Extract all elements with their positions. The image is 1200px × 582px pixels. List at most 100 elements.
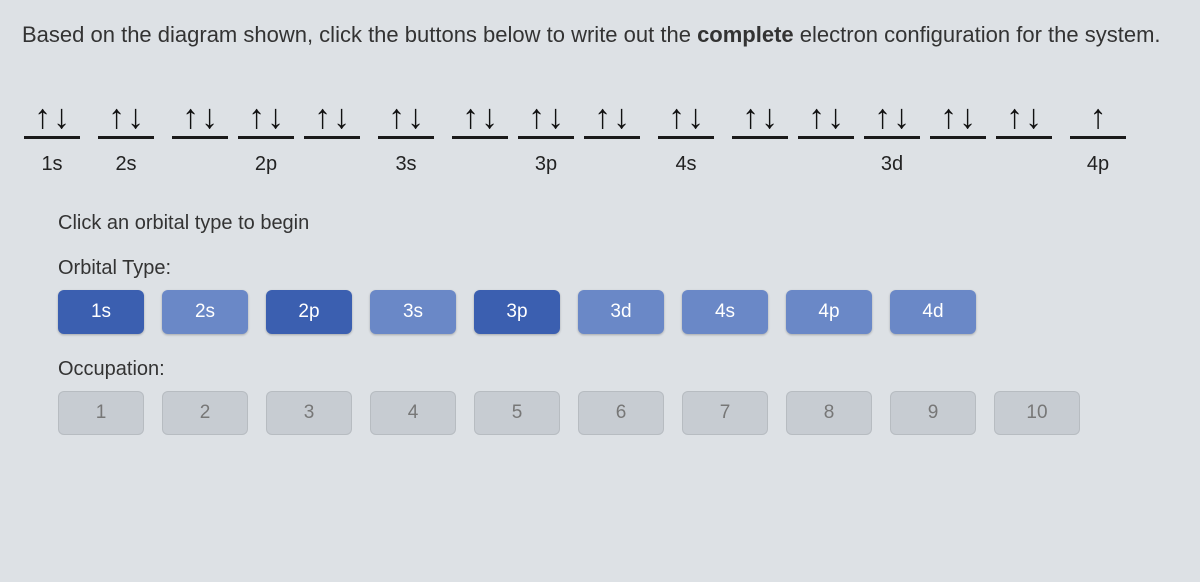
orbital-button-4p[interactable]: 4p xyxy=(786,290,872,334)
orbital-box: ↑↓ xyxy=(996,91,1052,139)
subshell-label: 3p xyxy=(535,153,557,176)
occupation-row: 123456789 10 xyxy=(58,391,1178,435)
subshell-label: 4s xyxy=(675,153,696,176)
subshell-4s: ↑↓ 4s xyxy=(658,91,714,176)
orbital-box: ↑↓ xyxy=(864,91,920,139)
orbital-button-1s[interactable]: 1s xyxy=(58,290,144,334)
spin-down-icon: ↓ xyxy=(333,100,350,134)
subshell-label: 3s xyxy=(395,153,416,176)
orbital-box: ↑↓ xyxy=(378,91,434,139)
subshell-3p: ↑↓↑↓↑↓3p xyxy=(452,91,640,176)
occupation-button-1: 1 xyxy=(58,391,144,435)
orbital-boxes: ↑↓ xyxy=(658,91,714,139)
subshell-label: 4p xyxy=(1087,153,1109,176)
subshell-label: 2s xyxy=(115,153,136,176)
spin-down-icon: ↓ xyxy=(481,100,498,134)
orbital-box: ↑↓ xyxy=(24,91,80,139)
orbital-box: ↑↓ xyxy=(584,91,640,139)
subshell-3d: ↑↓↑↓↑↓↑↓↑↓3d xyxy=(732,91,1052,176)
instruction-bold: complete xyxy=(697,22,794,47)
orbital-boxes: ↑↓ xyxy=(98,91,154,139)
occupation-button-9: 9 xyxy=(890,391,976,435)
orbital-box: ↑↓ xyxy=(732,91,788,139)
orbital-button-4s[interactable]: 4s xyxy=(682,290,768,334)
spin-down-icon: ↓ xyxy=(127,100,144,134)
orbital-type-label: Orbital Type: xyxy=(58,257,1178,280)
orbital-box: ↑↓ xyxy=(518,91,574,139)
spin-up-icon: ↑ xyxy=(314,100,331,134)
orbital-button-3d[interactable]: 3d xyxy=(578,290,664,334)
orbital-button-3s[interactable]: 3s xyxy=(370,290,456,334)
spin-down-icon: ↓ xyxy=(761,100,778,134)
subshell-label: 1s xyxy=(41,153,62,176)
orbital-box: ↑↓ xyxy=(658,91,714,139)
occupation-button-3: 3 xyxy=(266,391,352,435)
orbital-boxes: ↑↓↑↓↑↓ xyxy=(452,91,640,139)
orbital-box: ↑↓ xyxy=(304,91,360,139)
spin-up-icon: ↑ xyxy=(874,100,891,134)
spin-up-icon: ↑ xyxy=(940,100,957,134)
orbital-boxes: ↑↓ xyxy=(24,91,80,139)
spin-up-icon: ↑ xyxy=(808,100,825,134)
occupation-button-4: 4 xyxy=(370,391,456,435)
spin-down-icon: ↓ xyxy=(267,100,284,134)
spin-down-icon: ↓ xyxy=(53,100,70,134)
occupation-button-7: 7 xyxy=(682,391,768,435)
occupation-button-8: 8 xyxy=(786,391,872,435)
orbital-box: ↑↓ xyxy=(98,91,154,139)
spin-down-icon: ↓ xyxy=(407,100,424,134)
spin-down-icon: ↓ xyxy=(201,100,218,134)
orbital-box: ↑↓ xyxy=(452,91,508,139)
spin-up-icon: ↑ xyxy=(1090,100,1107,134)
configuration-builder: Click an orbital type to begin Orbital T… xyxy=(22,212,1178,435)
occupation-button-5: 5 xyxy=(474,391,560,435)
instruction-text: Based on the diagram shown, click the bu… xyxy=(22,18,1178,51)
subshell-2s: ↑↓ 2s xyxy=(98,91,154,176)
occupation-label: Occupation: xyxy=(58,358,1178,381)
spin-up-icon: ↑ xyxy=(1006,100,1023,134)
spin-down-icon: ↓ xyxy=(613,100,630,134)
spin-up-icon: ↑ xyxy=(34,100,51,134)
subshell-2p: ↑↓↑↓↑↓2p xyxy=(172,91,360,176)
subshell-4p: ↑ 4p xyxy=(1070,91,1126,176)
orbital-boxes: ↑↓ xyxy=(378,91,434,139)
orbital-button-3p[interactable]: 3p xyxy=(474,290,560,334)
spin-up-icon: ↑ xyxy=(462,100,479,134)
spin-up-icon: ↑ xyxy=(668,100,685,134)
orbital-button-4d[interactable]: 4d xyxy=(890,290,976,334)
spin-up-icon: ↑ xyxy=(108,100,125,134)
spin-down-icon: ↓ xyxy=(827,100,844,134)
orbital-diagram: ↑↓1s↑↓2s↑↓↑↓↑↓2p↑↓3s↑↓↑↓↑↓3p↑↓4s↑↓↑↓↑↓↑↓… xyxy=(22,91,1178,176)
instruction-post: electron configuration for the system. xyxy=(794,22,1161,47)
orbital-box: ↑↓ xyxy=(238,91,294,139)
builder-hint: Click an orbital type to begin xyxy=(58,212,1178,235)
orbital-boxes: ↑ xyxy=(1070,91,1126,139)
spin-up-icon: ↑ xyxy=(742,100,759,134)
orbital-button-2p[interactable]: 2p xyxy=(266,290,352,334)
orbital-box: ↑↓ xyxy=(930,91,986,139)
subshell-3s: ↑↓ 3s xyxy=(378,91,434,176)
spin-down-icon: ↓ xyxy=(893,100,910,134)
spin-up-icon: ↑ xyxy=(594,100,611,134)
subshell-1s: ↑↓ 1s xyxy=(24,91,80,176)
orbital-type-row: 1s 2s 2p 3s 3p 3d 4s 4p 4d xyxy=(58,290,1178,334)
spin-down-icon: ↓ xyxy=(547,100,564,134)
spin-up-icon: ↑ xyxy=(182,100,199,134)
spin-down-icon: ↓ xyxy=(959,100,976,134)
occupation-button-10: 10 xyxy=(994,391,1080,435)
spin-down-icon: ↓ xyxy=(687,100,704,134)
occupation-button-2: 2 xyxy=(162,391,248,435)
orbital-box: ↑↓ xyxy=(798,91,854,139)
orbital-button-2s[interactable]: 2s xyxy=(162,290,248,334)
spin-up-icon: ↑ xyxy=(388,100,405,134)
occupation-button-6: 6 xyxy=(578,391,664,435)
orbital-box: ↑↓ xyxy=(172,91,228,139)
subshell-label: 2p xyxy=(255,153,277,176)
orbital-boxes: ↑↓↑↓↑↓ xyxy=(172,91,360,139)
subshell-label: 3d xyxy=(881,153,903,176)
instruction-pre: Based on the diagram shown, click the bu… xyxy=(22,22,697,47)
orbital-boxes: ↑↓↑↓↑↓↑↓↑↓ xyxy=(732,91,1052,139)
spin-down-icon: ↓ xyxy=(1025,100,1042,134)
orbital-box: ↑ xyxy=(1070,91,1126,139)
spin-up-icon: ↑ xyxy=(248,100,265,134)
